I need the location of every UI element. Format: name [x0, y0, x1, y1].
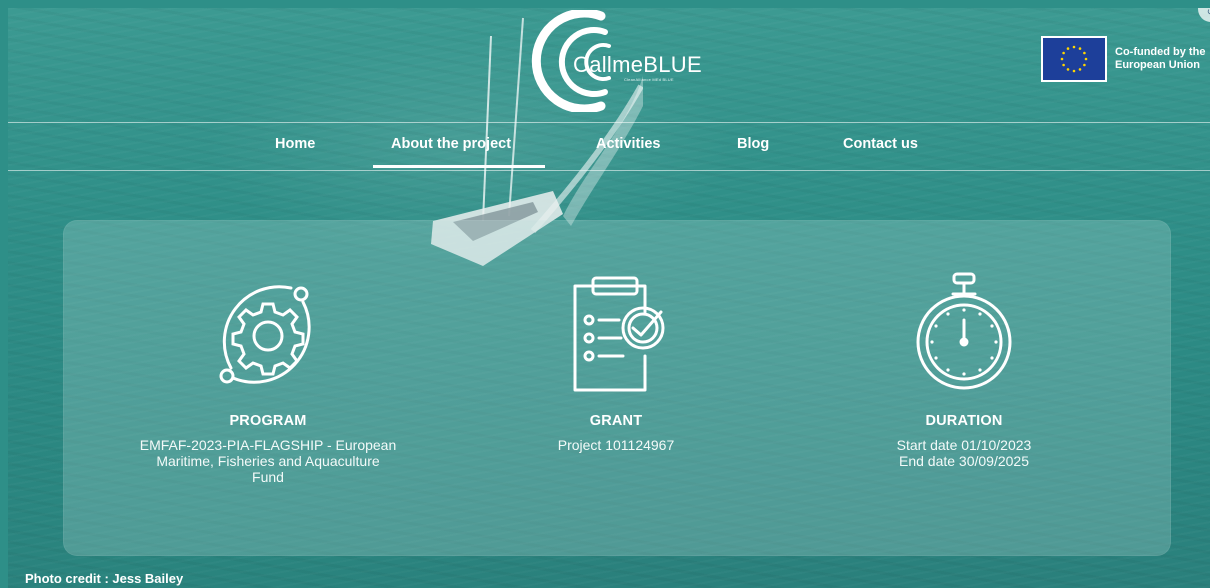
main-nav: Home About the project Activities Blog C…	[8, 136, 1210, 158]
nav-activities[interactable]: Activities	[596, 136, 660, 152]
duration-end: End date 30/09/2025	[898, 453, 1029, 469]
program-line: Maritime, Fisheries and Aquaculture	[156, 453, 380, 469]
logo-subtitle: CleanAlliance MEd BLUE	[624, 77, 674, 82]
duration-section: DURATION Start date 01/10/2023 End date …	[799, 220, 1129, 469]
eu-flag-icon	[1041, 36, 1107, 82]
nav-home[interactable]: Home	[275, 136, 315, 152]
program-text: EMFAF-2023-PIA-FLAGSHIP - European Marit…	[103, 437, 433, 485]
clipboard-check-icon	[573, 276, 665, 392]
program-line: Fund	[252, 469, 284, 485]
photo-credit: Photo credit : Jess Bailey	[25, 571, 184, 586]
project-info-card: PROGRAM EMFAF-2023-PIA-FLAGSHIP - Europe…	[63, 220, 1171, 556]
program-line: EMFAF-2023-PIA-FLAGSHIP - European	[139, 437, 397, 453]
program-title: PROGRAM	[229, 413, 307, 429]
logo-text: CallmeBLUE	[573, 52, 702, 77]
eu-funding-text: Co-funded by the European Union	[1115, 46, 1210, 72]
nav-active-indicator	[373, 165, 545, 168]
nav-divider-top	[8, 122, 1210, 123]
grant-text: Project 101124967	[451, 437, 781, 453]
duration-title: DURATION	[925, 413, 1003, 429]
nav-blog[interactable]: Blog	[737, 136, 769, 152]
nav-about-the-project[interactable]: About the project	[391, 136, 511, 152]
eu-funding-badge: Co-funded by the European Union	[1041, 36, 1210, 82]
hero-background: CallmeBLUE CleanAlliance MEd BLUE Co-fun…	[8, 8, 1210, 588]
grant-line: Project 101124967	[557, 437, 675, 453]
program-section: PROGRAM EMFAF-2023-PIA-FLAGSHIP - Europe…	[103, 220, 433, 485]
nav-divider-bottom	[8, 170, 1210, 171]
stopwatch-icon	[916, 272, 1012, 390]
eu-funding-line-1: Co-funded by the	[1115, 46, 1206, 58]
eu-stars-icon	[1060, 45, 1088, 73]
nav-contact-us[interactable]: Contact us	[843, 136, 918, 152]
grant-title: GRANT	[589, 413, 643, 429]
duration-start: Start date 01/10/2023	[896, 437, 1032, 453]
duration-text: Start date 01/10/2023 End date 30/09/202…	[799, 437, 1129, 469]
gear-orbit-icon	[219, 285, 311, 384]
grant-section: GRANT Project 101124967	[451, 220, 781, 453]
eu-funding-line-2: European Union	[1115, 59, 1200, 71]
